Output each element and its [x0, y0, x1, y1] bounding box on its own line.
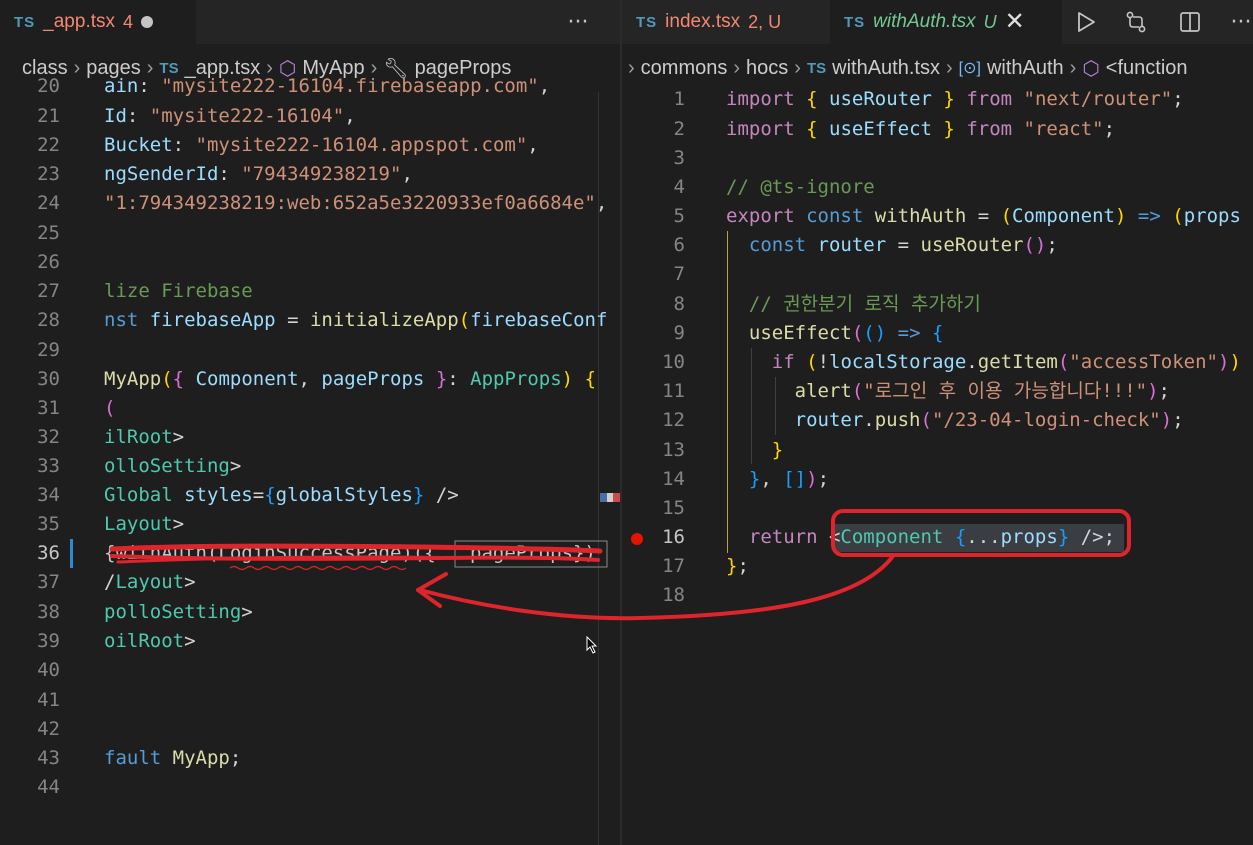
code-line[interactable]: 7	[622, 260, 1253, 289]
code-line[interactable]: 6 const router = useRouter();	[622, 231, 1253, 260]
code-text: return <Component {...props} />;	[748, 526, 1116, 548]
typescript-file-icon: TS	[636, 13, 658, 31]
code-text: import { useRouter } from "next/router";	[726, 88, 1184, 110]
code-line[interactable]: 9 useEffect(() => {	[622, 319, 1253, 348]
code-text: import { useEffect } from "react";	[726, 118, 1116, 140]
line-number: 7	[673, 263, 685, 285]
untracked-badge: U	[983, 11, 997, 32]
code-line[interactable]: 18	[622, 581, 1253, 610]
problems-count-badge: 2, U	[748, 11, 782, 32]
chevron-right-icon: ›	[794, 56, 801, 79]
symbol-method-cube-icon: ⬡	[1082, 57, 1100, 80]
code-line[interactable]: 5 export const withAuth = (Component) =>…	[622, 202, 1253, 231]
right-tab-bar: TS index.tsx 2, U TS withAuth.tsx U ✕ ··…	[622, 0, 1253, 44]
strike-through-scribble	[109, 540, 608, 571]
breakpoint-icon[interactable]	[631, 533, 643, 545]
more-actions-icon[interactable]: ···	[1225, 6, 1253, 38]
tab-filename: withAuth.tsx	[873, 11, 976, 32]
code-text: useEffect(() => {	[748, 322, 944, 344]
breadcrumb-file[interactable]: withAuth.tsx	[832, 57, 940, 80]
code-line[interactable]: 11 alert("로그인 후 이용 가능합니다!!!");	[622, 377, 1253, 406]
tab-filename: index.tsx	[665, 11, 741, 32]
line-number: 8	[673, 293, 685, 315]
chevron-right-icon: ›	[733, 56, 741, 79]
line-number: 6	[673, 234, 685, 256]
run-icon[interactable]	[1070, 6, 1102, 38]
line-number: 3	[673, 147, 685, 169]
code-line[interactable]: 17 };	[622, 552, 1253, 581]
code-text: };	[726, 555, 749, 577]
typescript-file-icon: TS	[844, 13, 866, 31]
code-line[interactable]: 15	[622, 494, 1253, 523]
line-number: 16	[662, 526, 685, 548]
left-editor-group: TS _app.tsx 4 ··· class › pages › TS _ap…	[0, 0, 620, 845]
code-line-breakpoint[interactable]: 16 return <Component {...props} />;	[622, 523, 1253, 552]
line-number: 11	[662, 380, 685, 402]
line-number: 4	[673, 176, 685, 198]
code-line[interactable]: 4 // @ts-ignore	[622, 173, 1253, 202]
code-text: // 권한분기 로직 추가하기	[726, 293, 981, 315]
breadcrumb-symbol-withauth[interactable]: withAuth	[987, 57, 1064, 80]
line-number: 13	[662, 439, 685, 461]
code-line[interactable]: 8 // 권한분기 로직 추가하기	[622, 290, 1253, 319]
line-number: 5	[673, 205, 685, 227]
close-icon[interactable]: ✕	[1005, 10, 1025, 34]
line-number: 18	[662, 584, 685, 606]
chevron-right-icon: ›	[628, 56, 635, 79]
code-text: }	[771, 439, 784, 461]
line-number: 9	[673, 322, 685, 344]
line-number: 1	[673, 88, 685, 110]
code-text: if (!localStorage.getItem("accessToken")…	[771, 351, 1241, 373]
split-editor-icon[interactable]	[1174, 6, 1206, 38]
line-number: 12	[662, 409, 685, 431]
mouse-pointer-icon	[586, 636, 598, 654]
code-line[interactable]: 12 router.push("/23-04-login-check");	[622, 406, 1253, 435]
code-line[interactable]: 10 if (!localStorage.getItem("accessToke…	[622, 348, 1253, 377]
line-number: 14	[662, 468, 685, 490]
line-number: 10	[662, 351, 685, 373]
code-text: export const withAuth = (Component) => (…	[726, 205, 1241, 227]
symbol-variable-icon: [⊙]	[958, 60, 981, 77]
code-line[interactable]: 1 import { useRouter } from "next/router…	[622, 85, 1253, 114]
typescript-file-icon: TS	[806, 59, 827, 77]
line-number: 17	[662, 555, 685, 577]
tab-withauth-tsx[interactable]: TS withAuth.tsx U ✕	[830, 0, 1062, 44]
code-text: alert("로그인 후 이용 가능합니다!!!");	[794, 380, 1170, 402]
chevron-right-icon: ›	[1069, 56, 1077, 79]
code-text: router.push("/23-04-login-check");	[794, 409, 1184, 431]
right-editor-group: TS index.tsx 2, U TS withAuth.tsx U ✕ ··…	[622, 0, 1253, 845]
chevron-right-icon: ›	[945, 56, 953, 79]
code-line[interactable]: 14 }, []);	[622, 465, 1253, 494]
code-text: const router = useRouter();	[748, 234, 1058, 256]
code-text: }, []);	[748, 468, 830, 490]
tab-index-tsx[interactable]: TS index.tsx 2, U	[622, 0, 828, 44]
breadcrumb-folder-hocs[interactable]: hocs	[746, 57, 788, 80]
code-text: // @ts-ignore	[726, 176, 875, 198]
line-number: 15	[662, 497, 685, 519]
breadcrumb-symbol-function[interactable]: <function	[1106, 57, 1188, 80]
code-line[interactable]: 13 }	[622, 436, 1253, 465]
code-line[interactable]: 2 import { useEffect } from "react";	[622, 115, 1253, 144]
compare-changes-icon[interactable]	[1120, 6, 1152, 38]
code-line[interactable]: 3	[622, 144, 1253, 173]
breadcrumb-folder-commons[interactable]: commons	[641, 57, 728, 80]
line-number: 2	[673, 118, 685, 140]
